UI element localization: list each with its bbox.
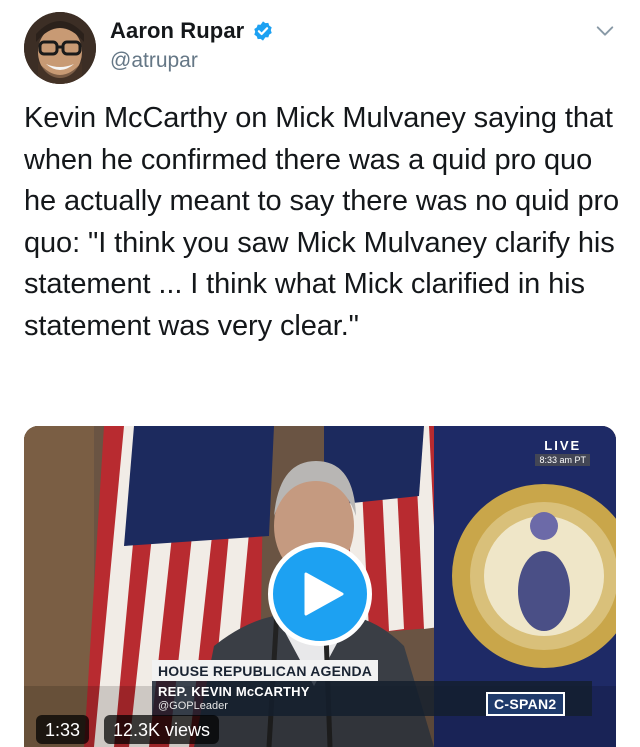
live-label: LIVE [544, 438, 582, 453]
lower-third-title: HOUSE REPUBLICAN AGENDA [152, 660, 379, 681]
author-name-row[interactable]: Aaron Rupar [110, 18, 274, 44]
play-icon [304, 572, 344, 616]
author-avatar[interactable] [24, 12, 96, 84]
video-view-count: 12.3K views [104, 715, 220, 744]
tweet-text: Kevin McCarthy on Mick Mulvaney saying t… [24, 102, 620, 342]
play-button[interactable] [268, 542, 372, 646]
chevron-down-icon[interactable] [594, 20, 616, 42]
video-player[interactable]: LIVE 8:33 am PT HOUSE REPUBLICAN AGENDA … [24, 426, 616, 747]
author-display-name[interactable]: Aaron Rupar [110, 18, 244, 44]
live-badge: LIVE 8:33 am PT [535, 438, 590, 466]
user-avatar-glasses [24, 12, 96, 84]
video-duration: 1:33 [36, 715, 90, 744]
author-handle[interactable]: @atrupar [110, 49, 198, 73]
tweet-card: Aaron Rupar @atrupar Kevin McCarthy on M… [0, 0, 640, 747]
live-time: 8:33 am PT [535, 454, 590, 466]
network-logo: C-SPAN2 [486, 692, 565, 716]
verified-badge-icon [254, 21, 273, 41]
